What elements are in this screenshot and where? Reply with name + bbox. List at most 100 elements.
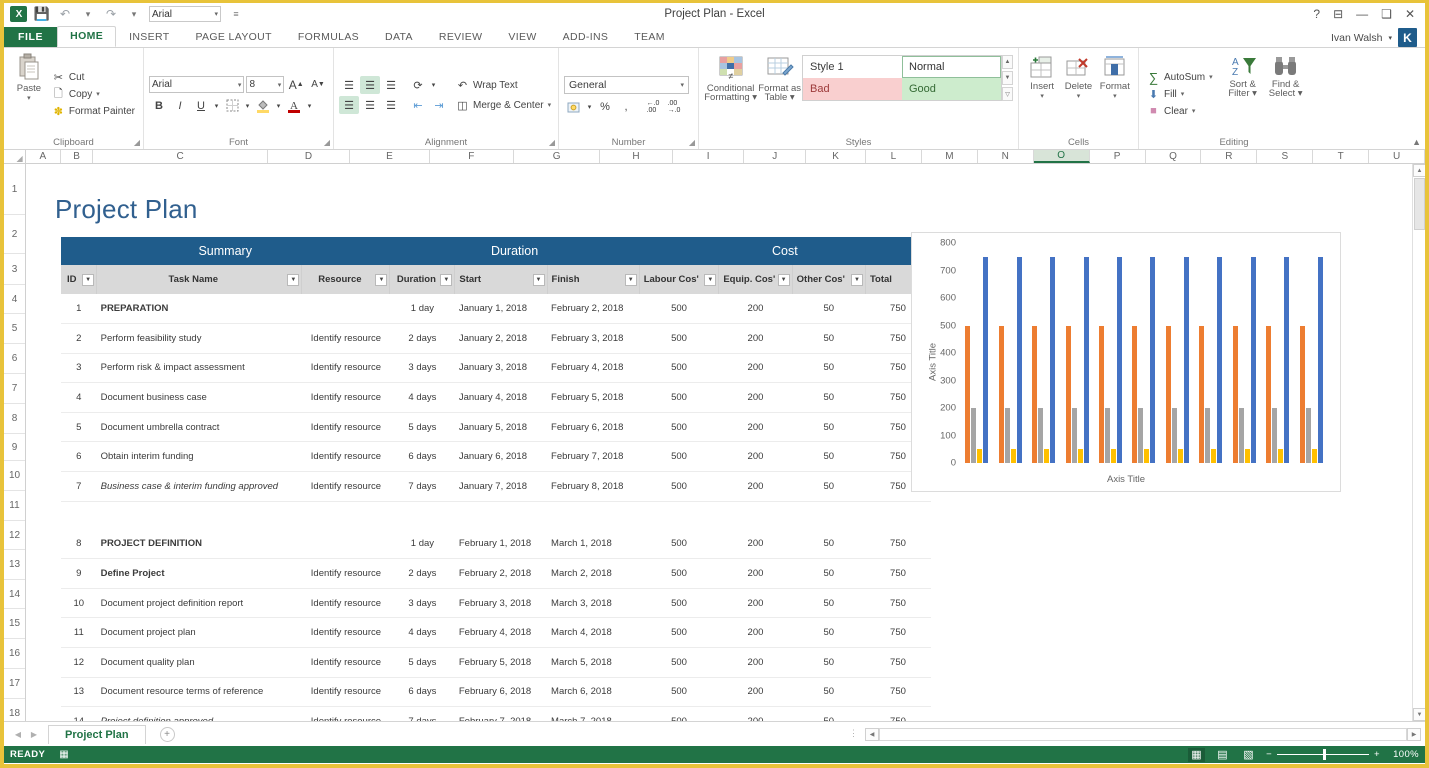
horizontal-scroll-track[interactable] xyxy=(879,728,1407,741)
column-filter-header-other-cos[interactable]: Other Cos'▼ xyxy=(792,265,865,294)
clipboard-dialog-launcher-icon[interactable]: ◢ xyxy=(134,138,140,147)
chevron-down-icon[interactable]: ▾ xyxy=(214,10,218,18)
cell-task-name[interactable]: Business case & interim funding approved xyxy=(97,472,302,502)
row-header-12[interactable]: 12 xyxy=(4,521,25,550)
cell-start[interactable]: February 1, 2018 xyxy=(455,529,547,559)
filter-dropdown-icon[interactable]: ▼ xyxy=(375,274,387,286)
ribbon-display-options-icon[interactable]: ⊟ xyxy=(1333,8,1343,20)
cell-equip-cost[interactable]: 200 xyxy=(719,442,792,472)
cell-duration[interactable]: 4 days xyxy=(390,383,455,413)
previous-sheet-icon[interactable]: ◀ xyxy=(10,730,26,739)
alignment-dialog-launcher-icon[interactable]: ◢ xyxy=(549,138,555,147)
font-color-dropdown-icon[interactable]: ▾ xyxy=(305,97,314,115)
row-header-14[interactable]: 14 xyxy=(4,580,25,609)
row-header-18[interactable]: 18 xyxy=(4,699,25,721)
merge-center-button[interactable]: ◫ Merge & Center ▾ xyxy=(453,97,554,114)
close-icon[interactable]: ✕ xyxy=(1405,8,1415,20)
cell-total[interactable]: 750 xyxy=(865,677,930,707)
cell-total[interactable]: 750 xyxy=(865,529,930,559)
cell-duration[interactable]: 7 days xyxy=(390,472,455,502)
customize-qat-icon[interactable]: ≡ xyxy=(228,6,244,22)
cell-other-cost[interactable]: 50 xyxy=(792,324,865,354)
cell-other-cost[interactable]: 50 xyxy=(792,618,865,648)
number-format-select[interactable]: General ▾ xyxy=(564,76,689,94)
cell-other-cost[interactable]: 50 xyxy=(792,677,865,707)
column-header-l[interactable]: L xyxy=(866,150,922,163)
cell-equip-cost[interactable]: 200 xyxy=(719,412,792,442)
fill-button[interactable]: ⬇ Fill ▾ xyxy=(1144,86,1216,103)
column-header-u[interactable]: U xyxy=(1369,150,1425,163)
avatar[interactable]: K xyxy=(1398,28,1417,47)
cell-labour-cost[interactable]: 500 xyxy=(639,529,719,559)
cell-other-cost[interactable]: 50 xyxy=(792,588,865,618)
cell-equip-cost[interactable]: 200 xyxy=(719,294,792,324)
row-header-9[interactable]: 9 xyxy=(4,434,25,461)
chevron-down-icon[interactable]: ▾ xyxy=(548,101,552,109)
cell-resource[interactable]: Identify resource xyxy=(302,383,390,413)
decrease-font-size-button[interactable]: A▼ xyxy=(308,76,328,94)
column-header-q[interactable]: Q xyxy=(1146,150,1202,163)
cell-labour-cost[interactable]: 500 xyxy=(639,412,719,442)
fill-color-dropdown-icon[interactable]: ▾ xyxy=(274,97,283,115)
styles-more-icon[interactable]: ▽ xyxy=(1002,87,1013,101)
cell-total[interactable]: 750 xyxy=(865,618,930,648)
cell-equip-cost[interactable]: 200 xyxy=(719,677,792,707)
filter-dropdown-icon[interactable]: ▼ xyxy=(704,274,716,286)
autosum-button[interactable]: ∑ AutoSum ▾ xyxy=(1144,69,1216,86)
row-header-3[interactable]: 3 xyxy=(4,254,25,285)
cell-other-cost[interactable]: 50 xyxy=(792,442,865,472)
table-row[interactable]: 14Project definition approvedIdentify re… xyxy=(61,707,931,721)
zoom-thumb[interactable] xyxy=(1323,749,1326,760)
zoom-in-button[interactable]: + xyxy=(1374,749,1380,760)
number-dialog-launcher-icon[interactable]: ◢ xyxy=(689,138,695,147)
filter-dropdown-icon[interactable]: ▼ xyxy=(440,274,452,286)
column-header-p[interactable]: P xyxy=(1090,150,1146,163)
column-filter-header-id[interactable]: ID▼ xyxy=(61,265,97,294)
column-header-m[interactable]: M xyxy=(922,150,978,163)
cell-other-cost[interactable]: 50 xyxy=(792,412,865,442)
column-header-i[interactable]: I xyxy=(673,150,745,163)
vertical-scrollbar[interactable]: ▲ ▼ xyxy=(1412,164,1425,721)
cell-resource[interactable]: Identify resource xyxy=(302,588,390,618)
increase-font-size-button[interactable]: A▲ xyxy=(286,76,306,94)
cell-start[interactable]: January 5, 2018 xyxy=(455,412,547,442)
cell-duration[interactable]: 3 days xyxy=(390,588,455,618)
cell-equip-cost[interactable]: 200 xyxy=(719,353,792,383)
next-sheet-icon[interactable]: ▶ xyxy=(26,730,42,739)
cell-resource[interactable]: Identify resource xyxy=(302,677,390,707)
cell-other-cost[interactable]: 50 xyxy=(792,529,865,559)
cell-canvas[interactable]: Project Plan Summary Duration Cost ID▼ xyxy=(26,164,1425,721)
column-header-f[interactable]: F xyxy=(430,150,514,163)
cell-equip-cost[interactable]: 200 xyxy=(719,648,792,678)
borders-button[interactable] xyxy=(222,97,242,115)
scroll-up-icon[interactable]: ▲ xyxy=(1413,164,1425,177)
cell-id[interactable]: 8 xyxy=(61,529,97,559)
cell-start[interactable]: February 2, 2018 xyxy=(455,559,547,589)
table-row[interactable]: 13Document resource terms of referenceId… xyxy=(61,677,931,707)
redo-icon[interactable]: ↷ xyxy=(103,6,119,22)
styles-scroll-down-icon[interactable]: ▼ xyxy=(1002,71,1013,85)
cell-task-name[interactable]: Perform feasibility study xyxy=(97,324,302,354)
chevron-down-icon[interactable]: ▾ xyxy=(1040,92,1044,100)
find-select-button[interactable]: Find & Select ▾ xyxy=(1264,53,1308,135)
cell-labour-cost[interactable]: 500 xyxy=(639,324,719,354)
cell-resource[interactable]: Identify resource xyxy=(302,324,390,354)
percent-style-button[interactable]: % xyxy=(595,98,615,116)
cell-finish[interactable]: February 7, 2018 xyxy=(547,442,639,472)
cell-duration[interactable]: 4 days xyxy=(390,618,455,648)
row-header-17[interactable]: 17 xyxy=(4,669,25,699)
underline-button[interactable]: U xyxy=(191,97,211,115)
cell-labour-cost[interactable]: 500 xyxy=(639,618,719,648)
column-filter-header-duration[interactable]: Duration▼ xyxy=(390,265,455,294)
style-cell-good[interactable]: Good xyxy=(902,78,1001,100)
collapse-ribbon-icon[interactable]: ▲ xyxy=(1412,137,1421,147)
cell-labour-cost[interactable]: 500 xyxy=(639,294,719,324)
cell-labour-cost[interactable]: 500 xyxy=(639,707,719,721)
row-header-13[interactable]: 13 xyxy=(4,550,25,580)
style-cell-normal[interactable]: Normal xyxy=(902,56,1001,78)
styles-scroll-up-icon[interactable]: ▲ xyxy=(1002,55,1013,69)
cell-resource[interactable]: Identify resource xyxy=(302,442,390,472)
cell-start[interactable]: January 1, 2018 xyxy=(455,294,547,324)
scroll-left-icon[interactable]: ◀ xyxy=(865,728,879,741)
cell-equip-cost[interactable]: 200 xyxy=(719,324,792,354)
